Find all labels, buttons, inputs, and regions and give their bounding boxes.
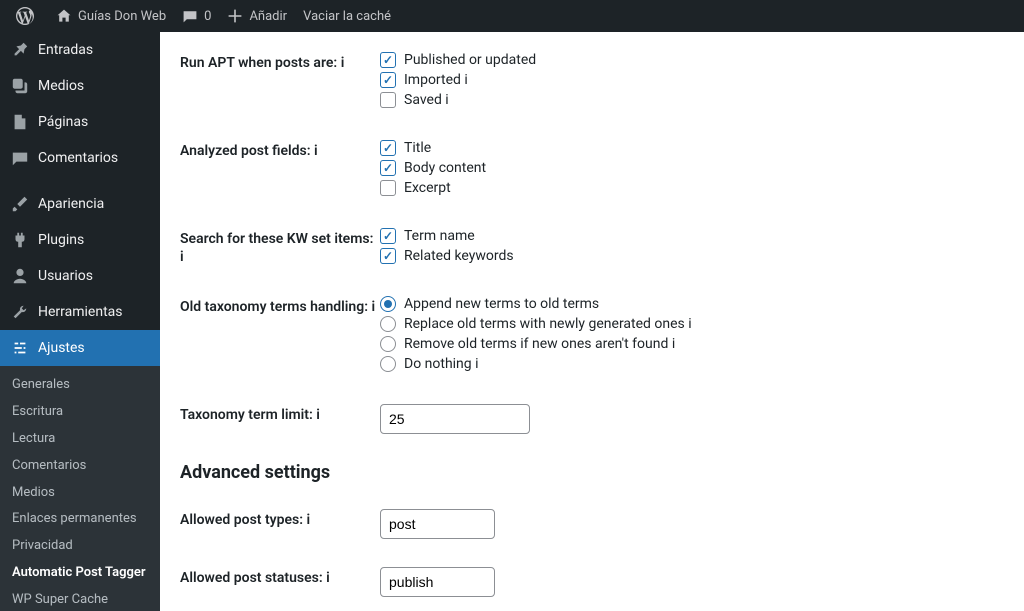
- sliders-icon: [10, 338, 30, 358]
- opt-published[interactable]: Published or updated: [380, 52, 1024, 68]
- opt-title[interactable]: Title: [380, 140, 1024, 156]
- page-icon: [10, 112, 30, 132]
- checkbox-icon: [380, 180, 396, 196]
- opt-term-name[interactable]: Term name: [380, 228, 1024, 244]
- menu-label: Herramientas: [38, 304, 123, 320]
- opt-replace[interactable]: Replace old terms with newly generated o…: [380, 316, 1024, 332]
- menu-settings[interactable]: Ajustes: [0, 330, 160, 366]
- opt-nothing[interactable]: Do nothing i: [380, 356, 1024, 372]
- comments-count: 0: [204, 9, 211, 24]
- wrench-icon: [10, 302, 30, 322]
- media-icon: [10, 76, 30, 96]
- allowed-statuses-input[interactable]: [380, 567, 495, 597]
- add-new-label: Añadir: [249, 9, 287, 24]
- analyzed-label: Analyzed post fields: i: [180, 140, 380, 160]
- menu-pages[interactable]: Páginas: [0, 104, 160, 140]
- plug-icon: [10, 230, 30, 250]
- admin-sidebar: Entradas Medios Páginas Comentarios Apar…: [0, 32, 160, 611]
- menu-label: Comentarios: [38, 150, 118, 166]
- radio-icon: [380, 296, 396, 312]
- clear-cache-link[interactable]: Vaciar la caché: [295, 0, 399, 32]
- submenu-general[interactable]: Generales: [0, 372, 160, 399]
- pin-icon: [10, 40, 30, 60]
- settings-submenu: Generales Escritura Lectura Comentarios …: [0, 366, 160, 611]
- menu-label: Plugins: [38, 232, 84, 248]
- checkbox-icon: [380, 72, 396, 88]
- radio-icon: [380, 336, 396, 352]
- menu-posts[interactable]: Entradas: [0, 32, 160, 68]
- menu-tools[interactable]: Herramientas: [0, 294, 160, 330]
- submenu-privacy[interactable]: Privacidad: [0, 533, 160, 560]
- radio-icon: [380, 356, 396, 372]
- user-icon: [10, 266, 30, 286]
- taxonomy-handling-label: Old taxonomy terms handling: i: [180, 296, 380, 316]
- menu-comments[interactable]: Comentarios: [0, 140, 160, 176]
- checkbox-icon: [380, 160, 396, 176]
- allowed-types-input[interactable]: [380, 509, 495, 539]
- wordpress-icon: [16, 7, 34, 25]
- radio-icon: [380, 316, 396, 332]
- clear-cache-label: Vaciar la caché: [303, 9, 391, 24]
- submenu-wpsupercache[interactable]: WP Super Cache: [0, 587, 160, 611]
- submenu-discussion[interactable]: Comentarios: [0, 453, 160, 480]
- submenu-media[interactable]: Medios: [0, 480, 160, 507]
- checkbox-icon: [380, 248, 396, 264]
- menu-media[interactable]: Medios: [0, 68, 160, 104]
- comment-icon: [182, 8, 198, 24]
- menu-label: Páginas: [38, 114, 88, 130]
- advanced-heading: Advanced settings: [180, 462, 1024, 483]
- run-apt-label: Run APT when posts are: i: [180, 52, 380, 72]
- menu-appearance[interactable]: Apariencia: [0, 186, 160, 222]
- submenu-reading[interactable]: Lectura: [0, 426, 160, 453]
- menu-users[interactable]: Usuarios: [0, 258, 160, 294]
- submenu-writing[interactable]: Escritura: [0, 399, 160, 426]
- home-icon: [56, 8, 72, 24]
- add-new-link[interactable]: Añadir: [219, 0, 295, 32]
- allowed-types-label: Allowed post types: i: [180, 509, 380, 529]
- allowed-statuses-label: Allowed post statuses: i: [180, 567, 380, 587]
- menu-label: Ajustes: [38, 340, 85, 356]
- wp-logo[interactable]: [8, 0, 48, 32]
- checkbox-icon: [380, 52, 396, 68]
- submenu-permalinks[interactable]: Enlaces permanentes: [0, 506, 160, 533]
- checkbox-icon: [380, 140, 396, 156]
- menu-label: Medios: [38, 78, 84, 94]
- checkbox-icon: [380, 92, 396, 108]
- comment-icon: [10, 148, 30, 168]
- settings-content: Run APT when posts are: i Published or u…: [160, 32, 1024, 611]
- site-name: Guías Don Web: [78, 9, 166, 24]
- opt-body[interactable]: Body content: [380, 160, 1024, 176]
- plus-icon: [227, 8, 243, 24]
- opt-saved[interactable]: Saved i: [380, 92, 1024, 108]
- submenu-apt[interactable]: Automatic Post Tagger: [0, 560, 160, 587]
- opt-append[interactable]: Append new terms to old terms: [380, 296, 1024, 312]
- kw-label: Search for these KW set items: i: [180, 228, 380, 266]
- menu-plugins[interactable]: Plugins: [0, 222, 160, 258]
- menu-label: Apariencia: [38, 196, 104, 212]
- brush-icon: [10, 194, 30, 214]
- term-limit-label: Taxonomy term limit: i: [180, 404, 380, 424]
- site-name-link[interactable]: Guías Don Web: [48, 0, 174, 32]
- menu-label: Entradas: [38, 42, 93, 58]
- opt-excerpt[interactable]: Excerpt: [380, 180, 1024, 196]
- term-limit-input[interactable]: [380, 404, 530, 434]
- opt-imported[interactable]: Imported i: [380, 72, 1024, 88]
- comments-link[interactable]: 0: [174, 0, 219, 32]
- checkbox-icon: [380, 228, 396, 244]
- opt-related-kw[interactable]: Related keywords: [380, 248, 1024, 264]
- opt-remove[interactable]: Remove old terms if new ones aren't foun…: [380, 336, 1024, 352]
- admin-bar: Guías Don Web 0 Añadir Vaciar la caché: [0, 0, 1024, 32]
- menu-label: Usuarios: [38, 268, 93, 284]
